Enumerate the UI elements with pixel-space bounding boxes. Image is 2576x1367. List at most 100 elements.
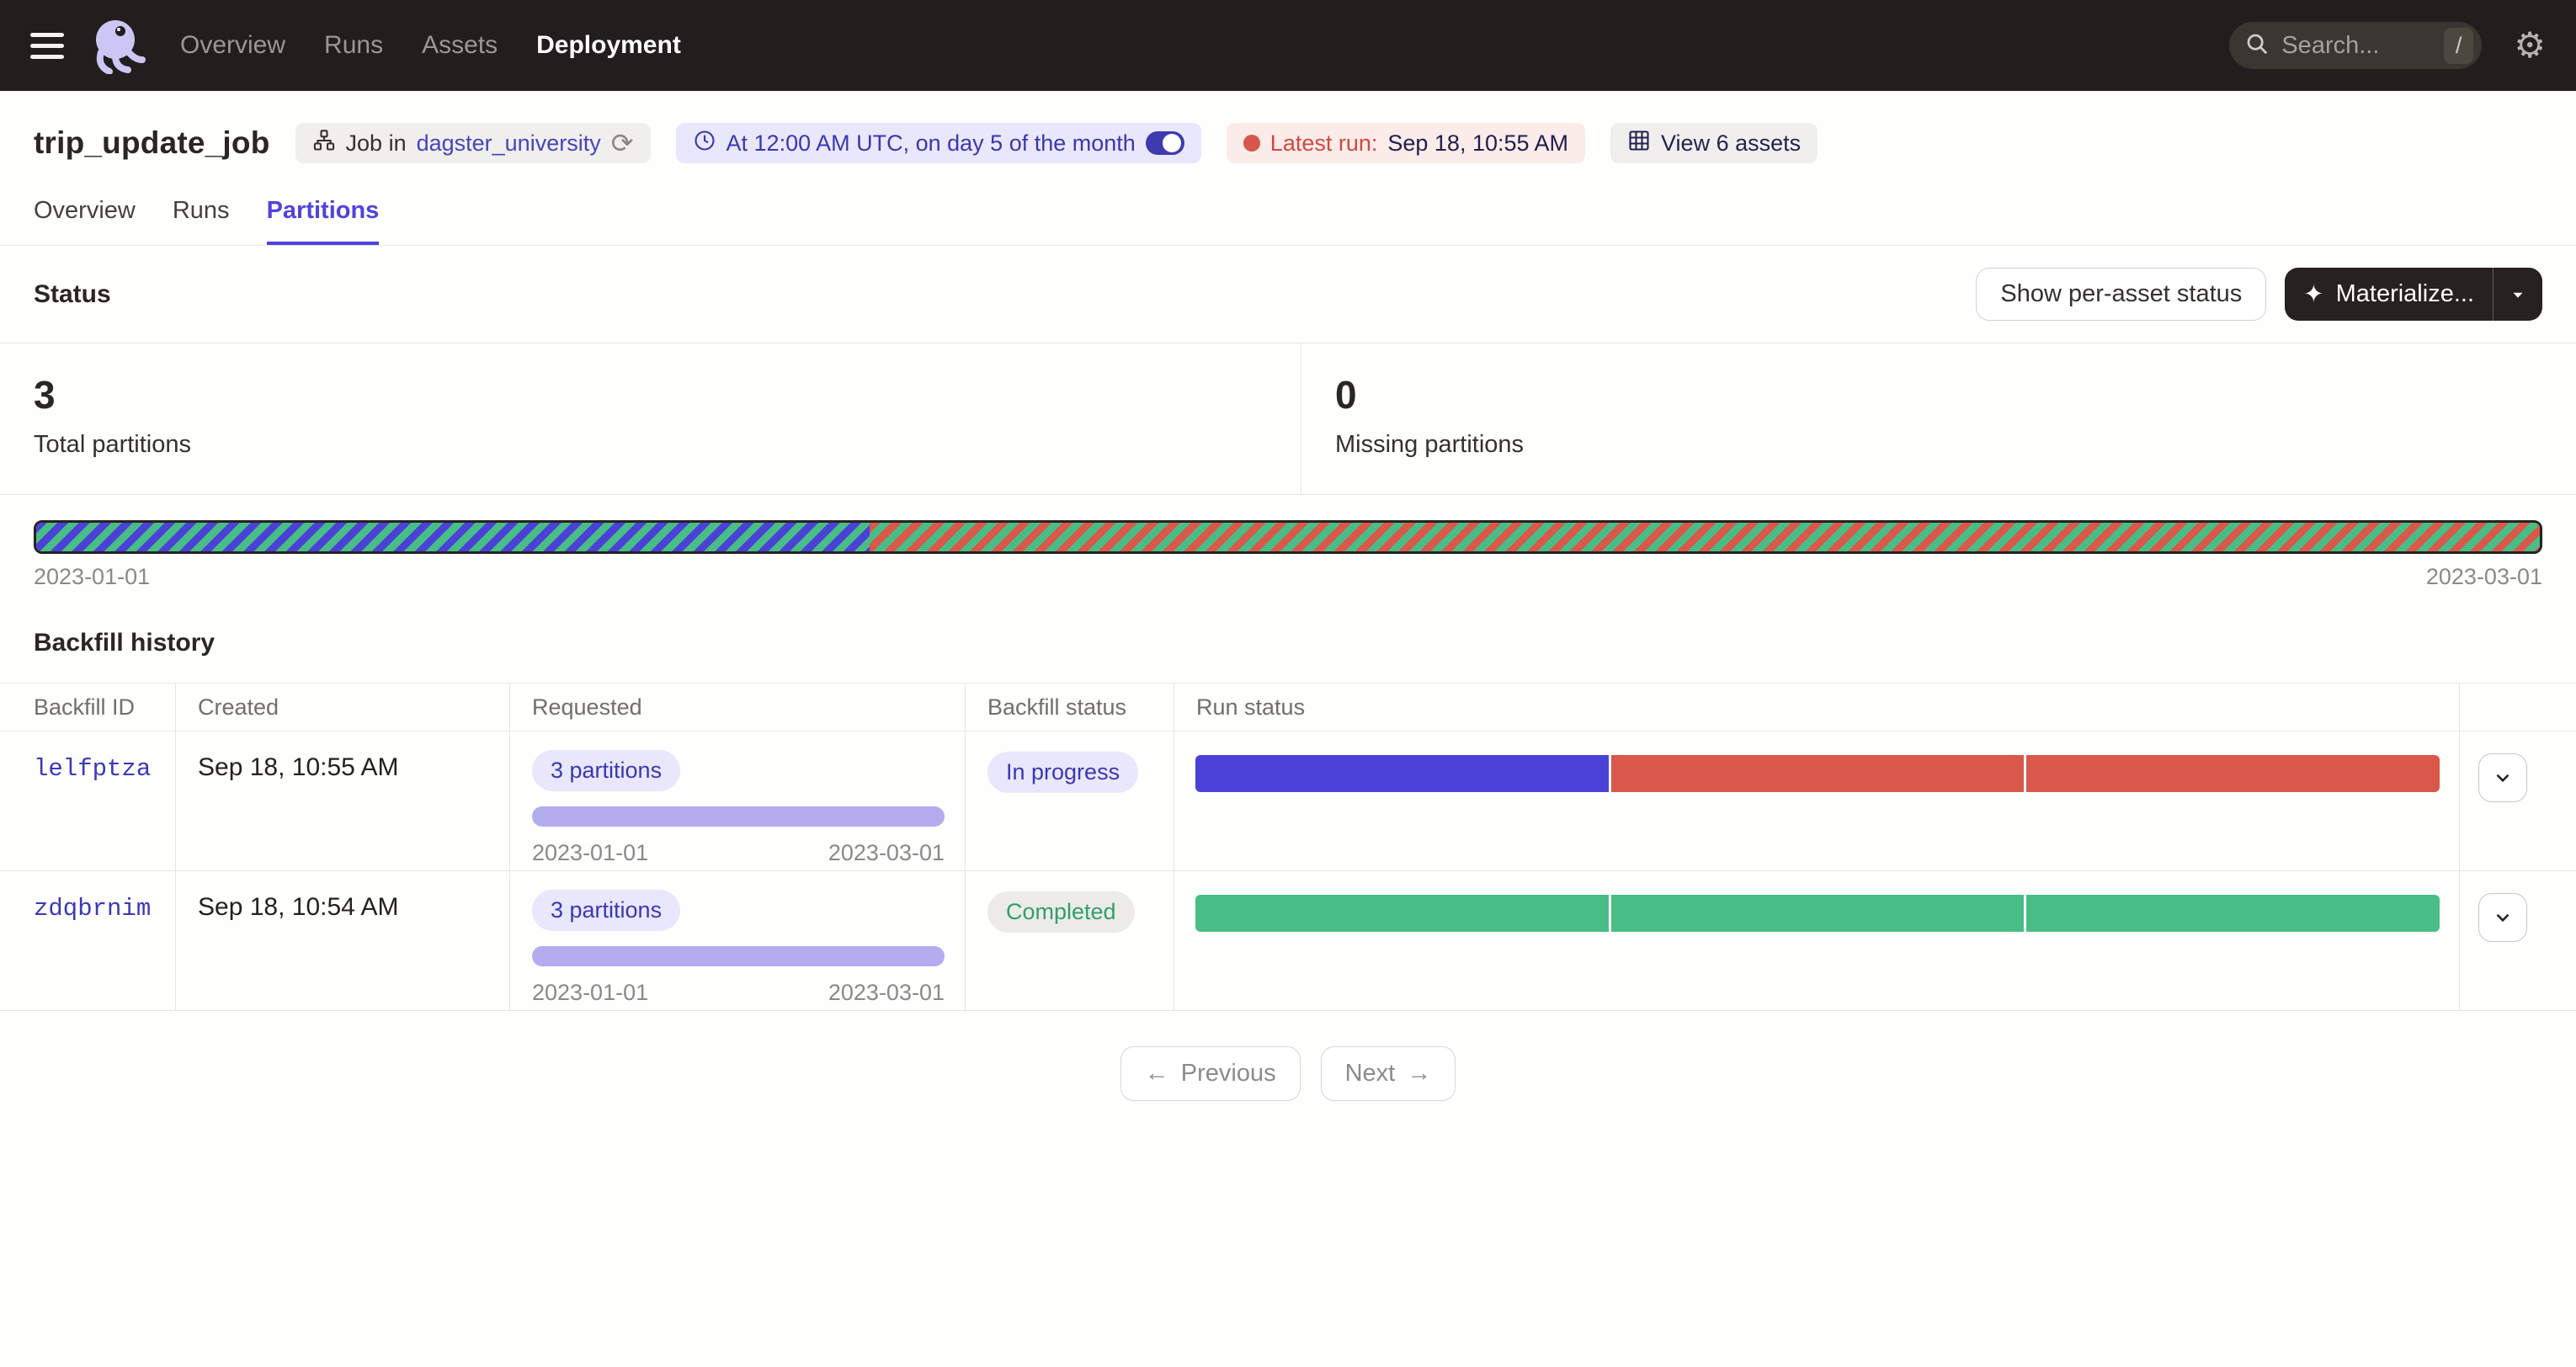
schedule-tag: At 12:00 AM UTC, on day 5 of the month <box>676 123 1201 163</box>
requested-range-start: 2023-01-01 <box>532 980 648 1006</box>
tab-runs[interactable]: Runs <box>173 197 230 245</box>
view-assets-tag: View 6 assets <box>1610 123 1818 163</box>
show-per-asset-status-button[interactable]: Show per-asset status <box>1976 268 2266 321</box>
search-bar[interactable]: / <box>2229 22 2482 69</box>
col-backfill-id: Backfill ID <box>0 684 176 731</box>
job-header: trip_update_job Job in dagster_universit… <box>0 91 2576 163</box>
created-cell: Sep 18, 10:54 AM <box>176 871 510 1010</box>
view-assets-link[interactable]: View 6 assets <box>1661 130 1801 157</box>
sparkle-icon: ✦ <box>2303 279 2323 309</box>
backfill-table: Backfill ID Created Requested Backfill s… <box>0 683 2576 1011</box>
job-location-tag: Job in dagster_university ⟳ <box>295 123 651 163</box>
grid-icon <box>1627 129 1651 158</box>
partition-bar-segment-red-green[interactable] <box>870 523 2540 551</box>
backfill-table-header: Backfill ID Created Requested Backfill s… <box>0 684 2576 731</box>
tab-overview[interactable]: Overview <box>34 197 136 245</box>
partition-range-start: 2023-01-01 <box>34 564 150 590</box>
col-expand <box>2460 684 2576 731</box>
previous-page-button[interactable]: ← Previous <box>1120 1046 1301 1101</box>
backfill-id-link[interactable]: zdqbrnim <box>34 895 151 923</box>
table-row: zdqbrnim Sep 18, 10:54 AM 3 partitions 2… <box>0 870 2576 1010</box>
requested-range-bar <box>532 806 945 827</box>
total-partitions-cell: 3 Total partitions <box>0 343 1301 494</box>
nav-deployment[interactable]: Deployment <box>536 31 681 60</box>
gear-icon[interactable]: ⚙ <box>2514 28 2546 63</box>
search-shortcut-badge: / <box>2444 28 2474 64</box>
materialize-label: Materialize... <box>2336 280 2474 308</box>
partition-status-bar-block: 2023-01-01 2023-03-01 <box>0 495 2576 590</box>
col-requested: Requested <box>510 684 966 731</box>
total-partitions-value: 3 <box>34 372 1267 418</box>
backfill-status-badge: Completed <box>987 891 1135 933</box>
run-segment[interactable] <box>2026 755 2440 792</box>
expand-row-button[interactable] <box>2478 893 2527 942</box>
col-backfill-status: Backfill status <box>966 684 1174 731</box>
backfill-status-badge: In progress <box>987 752 1138 793</box>
dagster-logo-icon[interactable] <box>89 17 146 74</box>
expand-row-button[interactable] <box>2478 753 2527 802</box>
clock-icon <box>693 129 716 158</box>
requested-range-end: 2023-03-01 <box>828 840 945 866</box>
status-heading: Status <box>34 280 111 309</box>
schedule-label: At 12:00 AM UTC, on day 5 of the month <box>726 130 1136 157</box>
workflow-icon <box>312 129 336 158</box>
partition-counts: 3 Total partitions 0 Missing partitions <box>0 343 2576 495</box>
run-segment[interactable] <box>1611 895 2025 932</box>
nav-runs[interactable]: Runs <box>324 31 383 60</box>
backfill-history-heading: Backfill history <box>34 629 2542 657</box>
topbar: Overview Runs Assets Deployment / ⚙ <box>0 0 2576 91</box>
nav-overview[interactable]: Overview <box>180 31 285 60</box>
col-run-status: Run status <box>1174 684 2460 731</box>
latest-run-label: Latest run: <box>1270 130 1378 157</box>
created-cell: Sep 18, 10:55 AM <box>176 731 510 870</box>
partition-status-bar[interactable] <box>34 520 2542 554</box>
run-segment[interactable] <box>2026 895 2440 932</box>
run-status-bar[interactable] <box>1195 755 2440 792</box>
job-location-label: Job in <box>346 130 407 157</box>
job-tabs: Overview Runs Partitions <box>0 197 2576 246</box>
search-input[interactable] <box>2281 32 2408 60</box>
search-icon <box>2244 31 2270 61</box>
requested-partitions-pill[interactable]: 3 partitions <box>532 750 680 791</box>
status-section-header: Status Show per-asset status ✦ Materiali… <box>0 246 2576 343</box>
next-page-button[interactable]: Next → <box>1321 1046 1456 1101</box>
total-partitions-label: Total partitions <box>34 431 1267 459</box>
run-segment[interactable] <box>1611 755 2025 792</box>
arrow-left-icon: ← <box>1145 1060 1169 1088</box>
partition-bar-segment-blue-green[interactable] <box>36 523 870 551</box>
page-title: trip_update_job <box>34 125 270 161</box>
latest-run-link[interactable]: Sep 18, 10:55 AM <box>1387 130 1568 157</box>
schedule-toggle[interactable] <box>1146 131 1184 155</box>
pagination: ← Previous Next → <box>0 1046 2576 1101</box>
table-row: lelfptza Sep 18, 10:55 AM 3 partitions 2… <box>0 731 2576 870</box>
chevron-down-icon <box>2492 907 2514 928</box>
latest-run-tag: Latest run: Sep 18, 10:55 AM <box>1227 123 1585 163</box>
main-nav: Overview Runs Assets Deployment <box>180 31 681 60</box>
run-status-bar[interactable] <box>1195 895 2440 932</box>
nav-assets[interactable]: Assets <box>422 31 498 60</box>
requested-range-end: 2023-03-01 <box>828 980 945 1006</box>
run-segment[interactable] <box>1195 895 1609 932</box>
requested-range-start: 2023-01-01 <box>532 840 648 866</box>
chevron-down-icon <box>2492 767 2514 789</box>
partition-range-end: 2023-03-01 <box>2426 564 2542 590</box>
materialize-button[interactable]: ✦ Materialize... <box>2285 268 2493 321</box>
repo-link[interactable]: dagster_university <box>417 130 601 157</box>
run-segment[interactable] <box>1195 755 1609 792</box>
missing-partitions-cell: 0 Missing partitions <box>1301 343 2576 494</box>
col-created: Created <box>176 684 510 731</box>
requested-cell: 3 partitions 2023-01-01 2023-03-01 <box>510 871 966 1010</box>
missing-partitions-label: Missing partitions <box>1335 431 2542 459</box>
run-status-dot-icon <box>1243 135 1260 152</box>
hamburger-menu-icon[interactable] <box>30 33 64 59</box>
missing-partitions-value: 0 <box>1335 372 2542 418</box>
arrow-right-icon: → <box>1407 1060 1431 1088</box>
run-status-cell <box>1174 871 2460 1010</box>
backfill-id-link[interactable]: lelfptza <box>34 755 151 783</box>
requested-partitions-pill[interactable]: 3 partitions <box>532 890 680 931</box>
materialize-dropdown-button[interactable] <box>2494 268 2542 321</box>
tab-partitions[interactable]: Partitions <box>267 197 380 245</box>
requested-cell: 3 partitions 2023-01-01 2023-03-01 <box>510 731 966 870</box>
refresh-icon[interactable]: ⟳ <box>611 127 634 159</box>
requested-range-bar <box>532 946 945 966</box>
